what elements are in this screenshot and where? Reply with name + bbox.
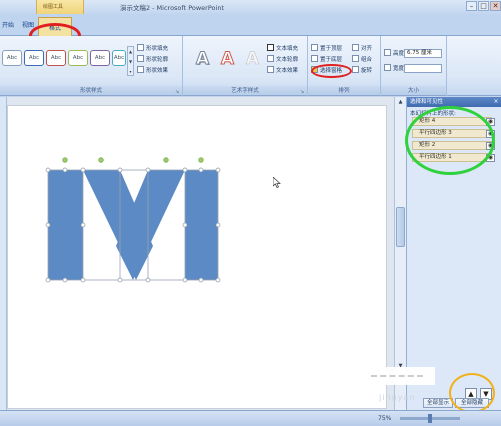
- group-shape-styles: Abc Abc Abc Abc Abc Abc ▲ ▼ ▾ 形状填充 形状轮廓 形状…: [0, 36, 183, 96]
- group-label-size: 大小: [381, 86, 446, 95]
- text-effects-label: 文本效果: [276, 68, 299, 74]
- group-button[interactable]: 组合: [352, 55, 372, 65]
- shape-style-4[interactable]: Abc: [68, 50, 88, 66]
- group-wordart-styles: A A A 文本填充 文本轮廓 文本效果 艺术字样式 ↘: [183, 36, 308, 96]
- bring-front-label: 置于顶层: [320, 46, 343, 52]
- slide-workspace[interactable]: [7, 97, 394, 410]
- status-bar: 75%: [0, 410, 501, 426]
- annotation-circle-reorder: [449, 373, 495, 413]
- group-label-arrange: 排列: [308, 86, 380, 95]
- shape-fill-button[interactable]: 形状填充: [137, 44, 168, 54]
- width-icon: [384, 64, 391, 71]
- effects-icon: [137, 66, 144, 73]
- tab-home[interactable]: 开始: [2, 20, 14, 29]
- align-label: 对齐: [361, 46, 373, 52]
- shape-outline-button[interactable]: 形状轮廓: [137, 55, 168, 65]
- tab-view[interactable]: 视图: [22, 20, 34, 29]
- text-fill-label: 文本填充: [276, 46, 299, 52]
- document-title: 演示文稿2: [120, 4, 151, 12]
- send-back-label: 置于底层: [320, 57, 343, 63]
- group-size: 高度: 6.75 厘米 宽度: 大小: [381, 36, 447, 96]
- wordart-style-1[interactable]: A: [191, 48, 214, 70]
- shape-rectangle-2[interactable]: [48, 170, 83, 280]
- annotation-circle-shape-list: [405, 106, 495, 175]
- watermark: jingyan: [365, 367, 445, 412]
- width-label: 宽度:: [384, 64, 406, 74]
- shape-style-1[interactable]: Abc: [2, 50, 22, 66]
- wordart-style-2[interactable]: A: [216, 48, 239, 70]
- zoom-slider-thumb[interactable]: [428, 414, 432, 423]
- m-shape-group[interactable]: [8, 106, 388, 410]
- shape-effects-button[interactable]: 形状效果: [137, 66, 168, 76]
- bring-to-front-button[interactable]: 置于顶层: [311, 44, 342, 54]
- app-title: - Microsoft PowerPoint: [152, 4, 224, 12]
- rotate-icon: [352, 66, 359, 73]
- height-label: 高度:: [384, 49, 406, 59]
- height-input[interactable]: 6.75 厘米: [404, 49, 442, 58]
- text-fill-icon: [267, 44, 274, 51]
- pen-icon: [137, 55, 144, 62]
- scroll-thumb[interactable]: [396, 207, 405, 247]
- text-effects-button[interactable]: 文本效果: [267, 66, 298, 76]
- rotate-button[interactable]: 旋转: [352, 66, 372, 76]
- pane-title: 选择和可见性: [410, 99, 444, 105]
- minimize-button[interactable]: –: [466, 1, 477, 11]
- shape-effects-label: 形状效果: [146, 68, 169, 74]
- paint-bucket-icon: [137, 44, 144, 51]
- close-button[interactable]: ✕: [490, 1, 501, 11]
- group-blank: [447, 36, 501, 96]
- send-back-icon: [311, 55, 318, 62]
- window-title: 演示文稿2- Microsoft PowerPoint: [120, 2, 226, 12]
- slide-canvas[interactable]: [7, 105, 387, 409]
- text-fill-button[interactable]: 文本填充: [267, 44, 298, 54]
- zoom-level[interactable]: 75%: [378, 415, 391, 422]
- rotate-label: 旋转: [361, 68, 373, 74]
- shape-outline-label: 形状轮廓: [146, 57, 169, 63]
- ribbon: Abc Abc Abc Abc Abc Abc ▲ ▼ ▾ 形状填充 形状轮廓 形状…: [0, 36, 501, 96]
- align-button[interactable]: 对齐: [352, 44, 372, 54]
- width-input[interactable]: [404, 64, 442, 73]
- contextual-label: 绘图工具: [43, 4, 64, 10]
- annotation-circle-selection-pane: [311, 64, 352, 78]
- rotation-handles[interactable]: [62, 157, 204, 163]
- shape-rectangle-4[interactable]: [185, 170, 218, 280]
- vertical-scrollbar[interactable]: ▲ ▼: [394, 97, 406, 410]
- watermark-line: [371, 375, 423, 378]
- group-label-wordart: 艺术字样式: [183, 86, 307, 95]
- text-effects-icon: [267, 66, 274, 73]
- scroll-up-icon[interactable]: ▲: [396, 98, 405, 107]
- slide-thumbnail-strip[interactable]: [0, 97, 7, 410]
- shape-style-2[interactable]: Abc: [24, 50, 44, 66]
- text-outline-label: 文本轮廓: [276, 57, 299, 63]
- shape-style-6[interactable]: Abc: [112, 50, 126, 66]
- text-outline-icon: [267, 55, 274, 62]
- wordart-style-3[interactable]: A: [241, 48, 264, 70]
- text-outline-button[interactable]: 文本轮廓: [267, 55, 298, 65]
- shape-style-3[interactable]: Abc: [46, 50, 66, 66]
- group-icon: [352, 55, 359, 62]
- watermark-text: jingyan: [379, 393, 416, 402]
- dialog-launcher-icon[interactable]: ↘: [175, 89, 181, 95]
- shape-fill-label: 形状填充: [146, 46, 169, 52]
- bring-front-icon: [311, 44, 318, 51]
- group-label-shape-styles: 形状样式: [0, 86, 182, 95]
- contextual-tab-header: 绘图工具: [36, 0, 84, 14]
- align-icon: [352, 44, 359, 51]
- dialog-launcher-icon[interactable]: ↘: [300, 89, 306, 95]
- shape-style-5[interactable]: Abc: [90, 50, 110, 66]
- mouse-cursor-icon: [273, 177, 281, 188]
- pane-close-icon[interactable]: ×: [492, 98, 500, 106]
- height-icon: [384, 49, 391, 56]
- maximize-button[interactable]: □: [478, 1, 489, 11]
- gallery-scroll-arrows[interactable]: ▲ ▼ ▾: [127, 46, 134, 76]
- group-label: 组合: [361, 57, 373, 63]
- title-bar: 绘图工具 演示文稿2- Microsoft PowerPoint – □ ✕: [0, 0, 501, 14]
